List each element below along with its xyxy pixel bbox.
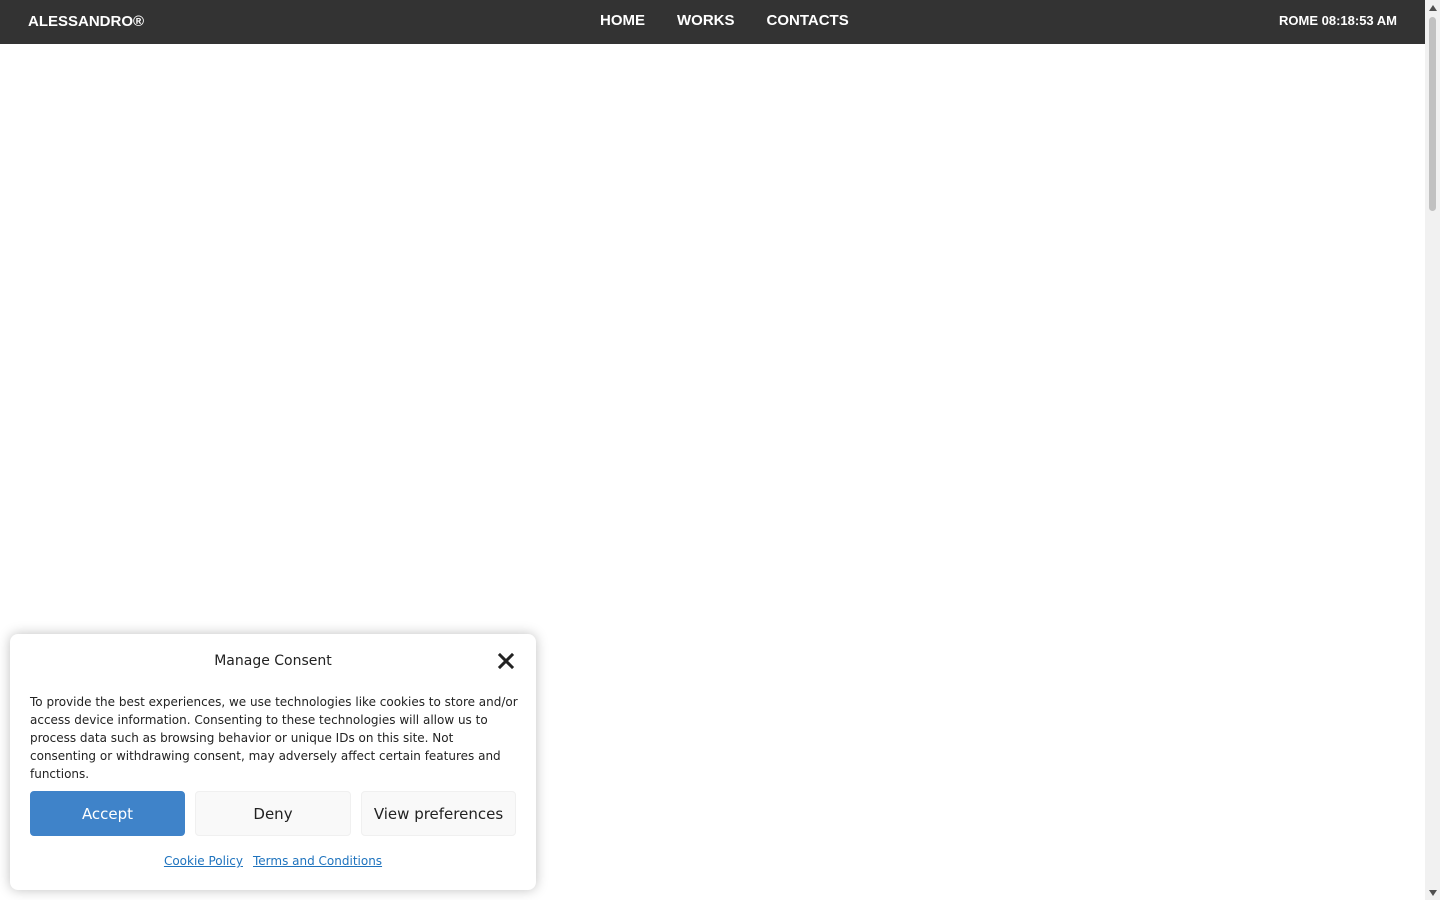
page-scrollbar[interactable] — [1425, 0, 1440, 900]
rome-clock: ROME 08:18:53 AM — [1279, 13, 1397, 28]
consent-links: Cookie Policy Terms and Conditions — [10, 854, 536, 868]
deny-button[interactable]: Deny — [195, 791, 351, 836]
terms-link[interactable]: Terms and Conditions — [253, 854, 382, 868]
nav-item-contacts[interactable]: CONTACTS — [767, 12, 849, 29]
scrollbar-thumb[interactable] — [1429, 17, 1436, 211]
nav-item-home[interactable]: HOME — [600, 12, 645, 29]
view-preferences-button[interactable]: View preferences — [361, 791, 516, 836]
accept-button[interactable]: Accept — [30, 791, 185, 836]
page: ALESSANDRO® HOME WORKS CONTACTS ROME 08:… — [0, 0, 1440, 900]
close-icon — [496, 652, 516, 674]
brand-logo-link[interactable]: ALESSANDRO® — [28, 13, 144, 30]
main-nav: HOME WORKS CONTACTS — [600, 12, 849, 29]
cookie-policy-link[interactable]: Cookie Policy — [164, 854, 243, 868]
close-button[interactable] — [496, 651, 516, 671]
consent-title: Manage Consent — [214, 653, 332, 669]
consent-description: To provide the best experiences, we use … — [30, 695, 518, 781]
consent-dialog: Manage Consent To provide the best exper… — [10, 634, 536, 890]
arrow-down-icon[interactable] — [1425, 885, 1440, 900]
top-navigation-bar: ALESSANDRO® HOME WORKS CONTACTS ROME 08:… — [0, 0, 1425, 44]
arrow-up-icon[interactable] — [1425, 0, 1440, 15]
nav-item-works[interactable]: WORKS — [677, 12, 735, 29]
